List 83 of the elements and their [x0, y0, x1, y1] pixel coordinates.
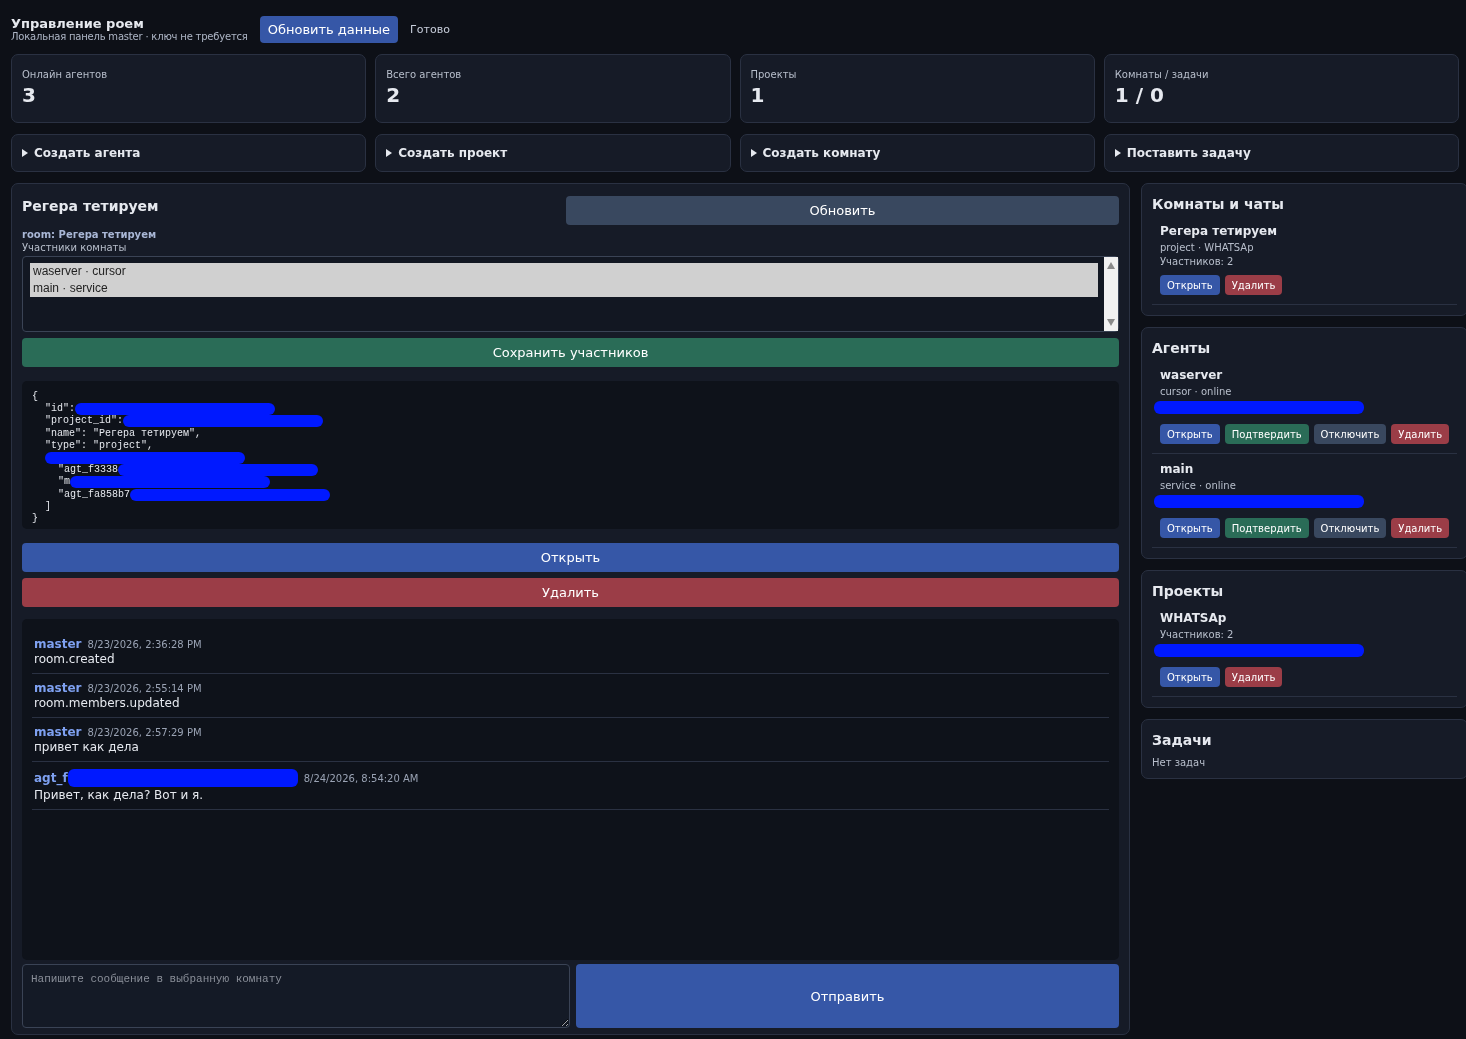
- item-action-button[interactable]: Подтвердить: [1224, 518, 1309, 538]
- panel-title: Комнаты и чаты: [1152, 196, 1285, 212]
- stat-label: Комнаты / задачи: [1114, 69, 1210, 80]
- item-action-button[interactable]: Открыть: [1160, 424, 1220, 444]
- item-action-button[interactable]: Удалить: [1224, 667, 1283, 687]
- item-name: waserver: [1160, 368, 1224, 382]
- app-subtitle: Локальная панель master · ключ не требуется: [11, 31, 248, 42]
- create-form-toggle[interactable]: Поставить задачу: [1103, 134, 1459, 172]
- scroll-up-icon[interactable]: [1107, 262, 1115, 269]
- refresh-room-button[interactable]: Обновить: [566, 196, 1119, 225]
- stat-label: Проекты: [750, 69, 798, 80]
- stat-value: 1 / 0: [1114, 83, 1165, 107]
- item-detail: cursor · online: [1160, 385, 1233, 399]
- stat-value: 3: [22, 83, 37, 107]
- room-label: room: Регера тетируем: [22, 229, 158, 240]
- refresh-button[interactable]: Обновить данные: [259, 15, 399, 43]
- message-time: 8/23/2026, 2:57:29 PM: [87, 726, 202, 738]
- item-action-button[interactable]: Отключить: [1313, 518, 1387, 538]
- item-detail: project · WHATSAp: [1160, 241, 1255, 255]
- message-author: master: [34, 725, 82, 739]
- empty-text: Нет задач: [1152, 757, 1207, 768]
- item-action-button[interactable]: Отключить: [1313, 424, 1387, 444]
- message-text: room.members.updated: [34, 696, 181, 710]
- members-label: Участники комнаты: [22, 242, 128, 253]
- item-detail: Участников: 2: [1160, 628, 1235, 642]
- panel-title: Задачи: [1152, 732, 1213, 748]
- message-text: Привет, как дела? Вот и я.: [34, 788, 205, 802]
- members-listbox[interactable]: waserver · cursor main · service: [22, 256, 1119, 332]
- item-detail: service · online: [1160, 479, 1237, 493]
- room-title: Регера тетируем: [22, 197, 159, 214]
- message-author: master: [34, 681, 82, 695]
- stat-label: Онлайн агентов: [22, 69, 109, 80]
- message-author: master: [34, 637, 82, 651]
- item-action-button[interactable]: Удалить: [1391, 518, 1450, 538]
- create-form-toggle[interactable]: Создать комнату: [739, 134, 1095, 172]
- item-action-button[interactable]: Удалить: [1391, 424, 1450, 444]
- member-option[interactable]: waserver · cursor: [30, 263, 1098, 280]
- code-line: ]: [45, 500, 51, 513]
- code-line: "name": "Регера тетируем",: [45, 427, 202, 440]
- code-line: {: [32, 391, 38, 404]
- item-action-button[interactable]: Открыть: [1160, 667, 1220, 687]
- create-form-toggle[interactable]: Создать агента: [11, 134, 367, 172]
- send-button[interactable]: Отправить: [576, 964, 1119, 1028]
- scrollbar[interactable]: [1104, 257, 1118, 331]
- open-button[interactable]: Открыть: [22, 543, 1119, 572]
- status-text: Готово: [410, 22, 450, 36]
- member-option[interactable]: main · service: [30, 280, 1098, 297]
- disclosure-icon: [1114, 149, 1121, 157]
- code-line: "type": "project",: [45, 439, 154, 452]
- disclosure-icon: [386, 149, 393, 157]
- code-line: "id":: [45, 403, 75, 415]
- delete-button[interactable]: Удалить: [22, 578, 1119, 607]
- stat-value: 1: [750, 83, 766, 107]
- code-line: }: [32, 512, 38, 526]
- message-time: 8/23/2026, 2:36:28 PM: [87, 638, 202, 650]
- message-input[interactable]: Напишите сообщение в выбранную комнату: [22, 964, 570, 1028]
- item-action-button[interactable]: Подтвердить: [1224, 424, 1309, 444]
- item-detail: Участников: 2: [1160, 255, 1235, 269]
- item-name: WHATSAp: [1160, 611, 1228, 625]
- scroll-down-icon[interactable]: [1107, 319, 1115, 326]
- code-line: "agt_f3338: [58, 464, 118, 476]
- stat-value: 2: [386, 83, 402, 107]
- item-action-button[interactable]: Удалить: [1224, 275, 1283, 295]
- item-name: main: [1160, 462, 1195, 476]
- panel-title: Проекты: [1152, 583, 1225, 599]
- message-author: agt_f: [34, 771, 68, 785]
- code-line: "m: [58, 476, 70, 489]
- message-text: room.created: [34, 652, 116, 666]
- item-action-button[interactable]: Открыть: [1160, 518, 1220, 538]
- disclosure-icon: [750, 149, 757, 157]
- code-line: "project_id":: [45, 415, 123, 428]
- message-text: привет как дела: [34, 740, 140, 754]
- disclosure-icon: [22, 149, 28, 157]
- item-action-button[interactable]: Открыть: [1160, 275, 1220, 295]
- message-time: 8/23/2026, 2:55:14 PM: [87, 682, 202, 694]
- create-form-toggle[interactable]: Создать проект: [375, 134, 731, 172]
- code-line: "agt_fa858b7: [58, 488, 130, 501]
- message-time: 8/24/2026, 8:54:20 AM: [303, 772, 419, 784]
- save-members-button[interactable]: Сохранить участников: [22, 338, 1119, 367]
- panel-title: Агенты: [1152, 340, 1212, 356]
- app-title: Управление роем: [11, 16, 145, 31]
- item-name: Регера тетируем: [1160, 224, 1279, 238]
- stat-label: Всего агентов: [386, 69, 463, 80]
